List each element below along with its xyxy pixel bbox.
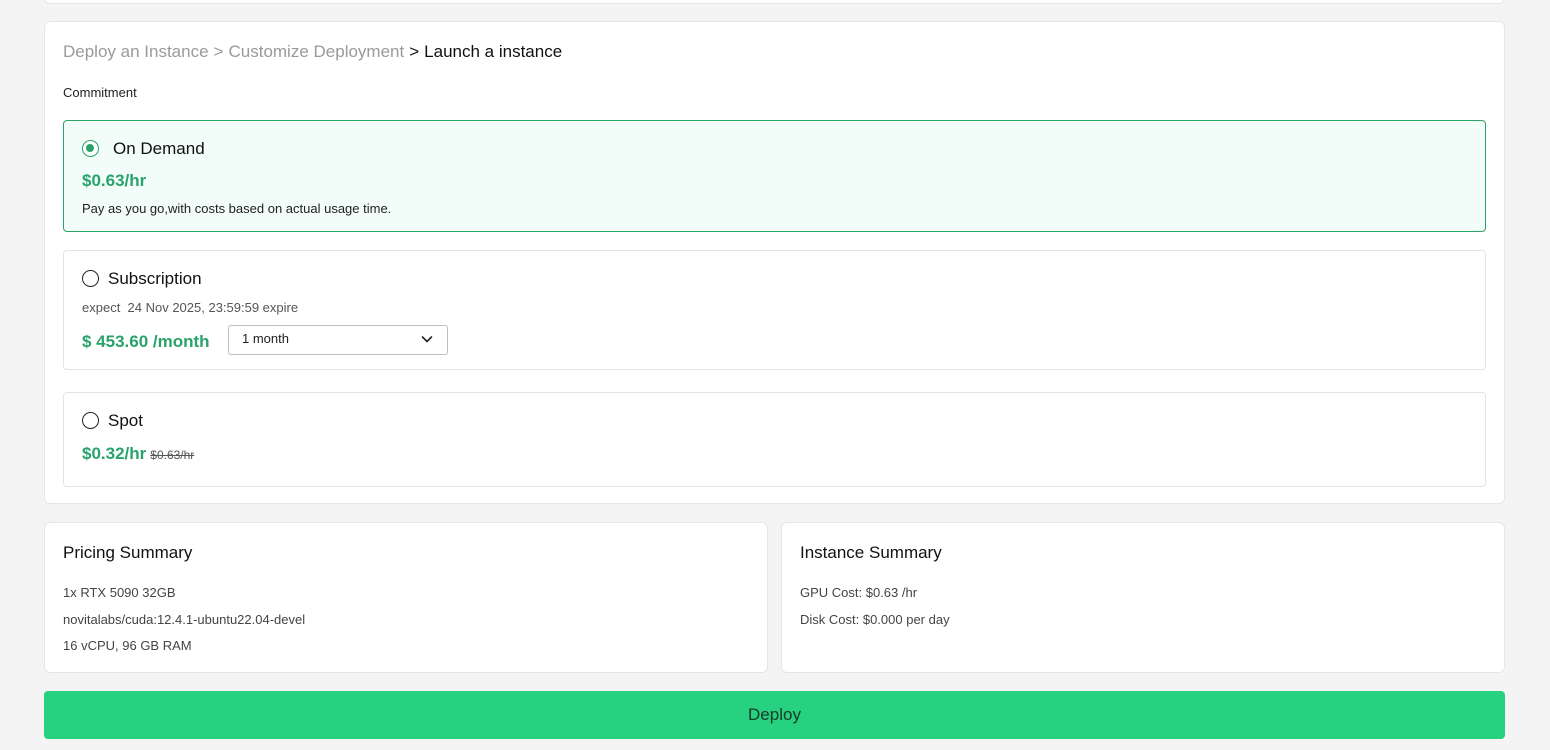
original-price: $0.63/hr: [150, 448, 195, 462]
option-subscription[interactable]: Subscription expect 24 Nov 2025, 23:59:5…: [63, 250, 1486, 370]
radio-subscription[interactable]: [82, 270, 99, 287]
previous-section-card: [44, 0, 1505, 4]
option-spot[interactable]: Spot $0.32/hr $0.63/hr: [63, 392, 1486, 487]
pricing-summary-resources: 16 vCPU, 96 GB RAM: [63, 638, 192, 653]
instance-summary-disk-cost: Disk Cost: $0.000 per day: [800, 612, 950, 627]
chevron-down-icon: [421, 336, 433, 343]
pricing-summary-card: Pricing Summary 1x RTX 5090 32GB novital…: [44, 522, 768, 673]
instance-summary-title: Instance Summary: [800, 543, 942, 562]
instance-summary-gpu-cost: GPU Cost: $0.63 /hr: [800, 585, 918, 600]
breadcrumb: Deploy an Instance > Customize Deployment >…: [63, 42, 562, 62]
option-on-demand[interactable]: On Demand $0.63/hr Pay as you go,with co…: [63, 120, 1486, 232]
instance-summary-card: Instance Summary GPU Cost: $0.63 /hr Dis…: [781, 522, 1505, 673]
spot-price: $0.32/hr: [82, 444, 147, 463]
option-description: Pay as you go,with costs based on actual…: [82, 201, 392, 216]
option-price: $ 453.60 /month: [82, 332, 210, 351]
pricing-summary-gpu: 1x RTX 5090 32GB: [63, 585, 176, 600]
radio-spot[interactable]: [82, 412, 99, 429]
subscription-expire-text: expect 24 Nov 2025, 23:59:59 expire: [82, 300, 299, 315]
breadcrumb-separator: >: [409, 42, 420, 61]
option-title: Subscription: [108, 269, 202, 288]
radio-on-demand[interactable]: [82, 140, 99, 157]
breadcrumb-current: Launch a instance: [424, 42, 563, 61]
breadcrumb-separator: >: [213, 42, 224, 61]
breadcrumb-step-customize[interactable]: Customize Deployment: [228, 42, 404, 61]
select-value: 1 month: [242, 331, 289, 346]
option-price: $0.32/hr $0.63/hr: [82, 444, 194, 464]
pricing-summary-image: novitalabs/cuda:12.4.1-ubuntu22.04-devel: [63, 612, 306, 627]
option-title: Spot: [108, 411, 143, 430]
commitment-label: Commitment: [63, 85, 137, 100]
pricing-summary-title: Pricing Summary: [63, 543, 193, 562]
breadcrumb-step-deploy-instance[interactable]: Deploy an Instance: [63, 42, 209, 61]
subscription-duration-select[interactable]: 1 month: [228, 325, 448, 355]
option-title: On Demand: [113, 139, 205, 158]
deploy-button[interactable]: Deploy: [44, 691, 1505, 739]
commitment-card: Deploy an Instance > Customize Deployment >…: [44, 21, 1505, 504]
option-price: $0.63/hr: [82, 171, 147, 190]
